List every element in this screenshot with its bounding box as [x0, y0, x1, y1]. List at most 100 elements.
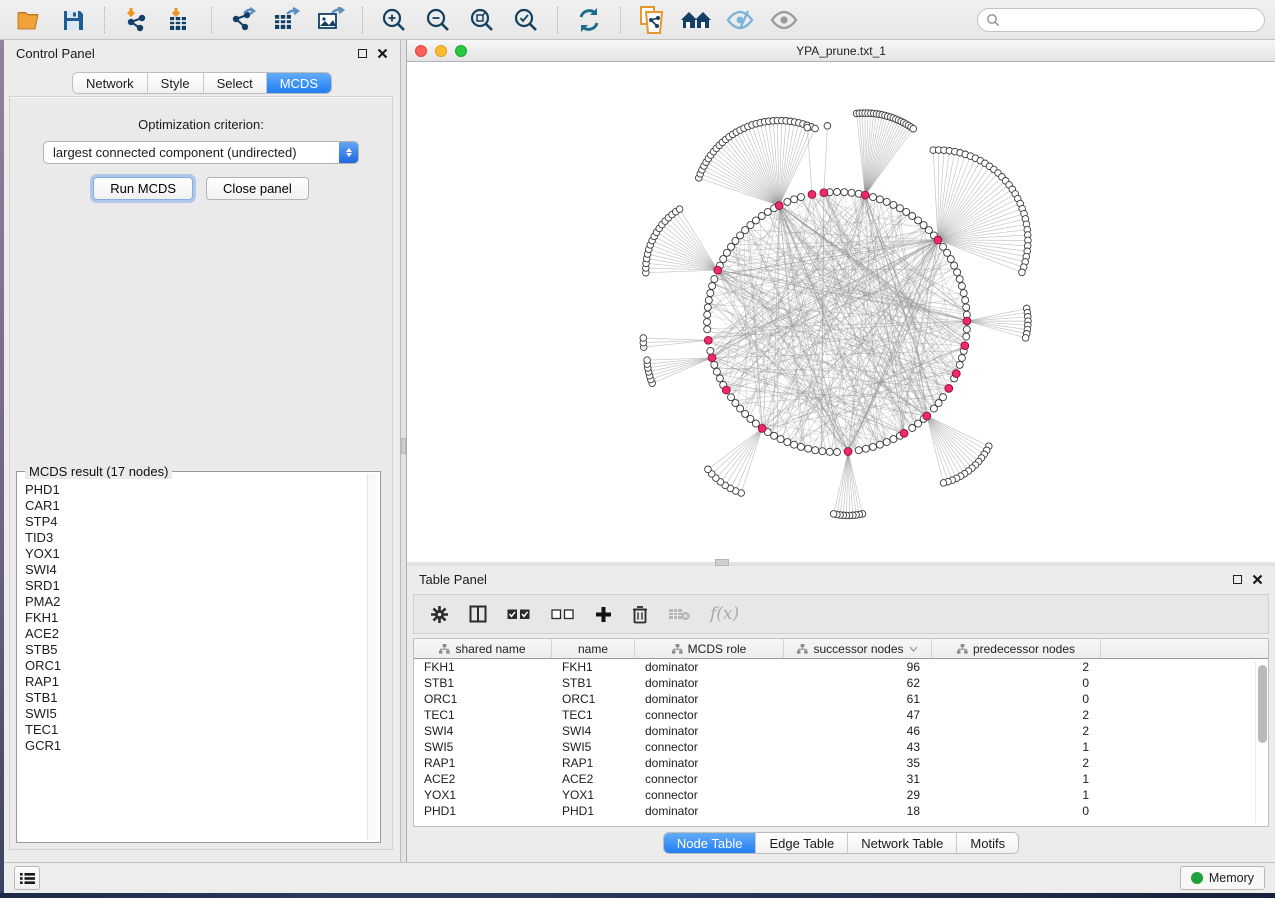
network-node[interactable]	[951, 262, 958, 269]
show-all-icon[interactable]	[765, 4, 803, 36]
network-node[interactable]	[896, 205, 903, 212]
network-node[interactable]	[830, 511, 837, 518]
zoom-fit-icon[interactable]	[463, 4, 501, 36]
table-cell[interactable]: 31	[784, 771, 932, 787]
table-cell[interactable]: dominator	[635, 755, 784, 771]
table-cell[interactable]: 0	[932, 691, 1101, 707]
network-window-titlebar[interactable]: YPA_prune.txt_1	[407, 40, 1275, 62]
float-panel-icon[interactable]	[358, 49, 367, 58]
tab-node-table[interactable]: Node Table	[664, 833, 757, 853]
network-node[interactable]	[709, 283, 716, 290]
mcds-dominator-node[interactable]	[820, 189, 828, 197]
mcds-result-item[interactable]: SWI4	[18, 562, 366, 578]
table-row[interactable]: FKH1FKH1dominator962	[414, 659, 1254, 675]
table-cell[interactable]: 96	[784, 659, 932, 675]
network-node[interactable]	[855, 447, 862, 454]
close-panel-button[interactable]: Close panel	[206, 177, 309, 200]
mcds-result-item[interactable]: SRD1	[18, 578, 366, 594]
column-header-predecessor-nodes[interactable]: predecessor nodes	[932, 639, 1101, 658]
mcds-dominator-node[interactable]	[961, 342, 969, 350]
mcds-result-item[interactable]: SWI5	[18, 706, 366, 722]
scrollbar-thumb[interactable]	[1258, 665, 1267, 743]
table-cell[interactable]: 1	[932, 771, 1101, 787]
table-cell[interactable]: 1	[932, 739, 1101, 755]
search-input[interactable]	[1000, 13, 1256, 27]
mcds-result-item[interactable]: TEC1	[18, 722, 366, 738]
table-cell[interactable]: PHD1	[552, 803, 635, 819]
optimization-criterion-select[interactable]: largest connected component (undirected)	[43, 141, 359, 164]
table-cell[interactable]: dominator	[635, 803, 784, 819]
table-cell[interactable]: 43	[784, 739, 932, 755]
export-image-icon[interactable]	[312, 4, 350, 36]
network-node[interactable]	[805, 445, 812, 452]
table-cell[interactable]: connector	[635, 707, 784, 723]
network-node[interactable]	[812, 125, 819, 132]
network-node[interactable]	[764, 208, 771, 215]
table-cell[interactable]: connector	[635, 771, 784, 787]
column-header-shared-name[interactable]: shared name	[414, 639, 552, 658]
search-field[interactable]	[977, 8, 1265, 32]
table-cell[interactable]: 1	[932, 787, 1101, 803]
network-node[interactable]	[804, 124, 811, 131]
table-cell[interactable]: 18	[784, 803, 932, 819]
network-node[interactable]	[909, 213, 916, 220]
network-node[interactable]	[944, 249, 951, 256]
mcds-dominator-node[interactable]	[775, 202, 783, 210]
network-node[interactable]	[676, 206, 683, 213]
close-panel-icon[interactable]	[377, 48, 388, 59]
settings-gear-icon[interactable]	[430, 605, 449, 624]
close-panel-icon[interactable]	[1252, 574, 1263, 585]
column-header-name[interactable]: name	[552, 639, 635, 658]
mcds-result-item[interactable]: TID3	[18, 530, 366, 546]
create-column-icon[interactable]	[595, 606, 612, 623]
network-node[interactable]	[812, 447, 819, 454]
show-task-history-button[interactable]	[14, 866, 40, 890]
network-node[interactable]	[728, 243, 735, 250]
table-cell[interactable]: dominator	[635, 691, 784, 707]
table-cell[interactable]: 35	[784, 755, 932, 771]
run-mcds-button[interactable]: Run MCDS	[93, 177, 193, 200]
table-cell[interactable]: 29	[784, 787, 932, 803]
table-cell[interactable]: 2	[932, 755, 1101, 771]
show-columns-icon[interactable]	[469, 605, 487, 623]
first-neighbors-icon[interactable]	[677, 4, 715, 36]
network-node[interactable]	[834, 449, 841, 456]
network-node[interactable]	[728, 394, 735, 401]
hide-selected-icon[interactable]	[721, 4, 759, 36]
network-node[interactable]	[870, 443, 877, 450]
mcds-result-item[interactable]: ACE2	[18, 626, 366, 642]
table-cell[interactable]: dominator	[635, 723, 784, 739]
table-cell[interactable]: connector	[635, 787, 784, 803]
network-node[interactable]	[954, 269, 961, 276]
table-cell[interactable]: SWI5	[414, 739, 552, 755]
table-cell[interactable]: TEC1	[414, 707, 552, 723]
mcds-result-item[interactable]: STB1	[18, 690, 366, 706]
select-all-rows-icon[interactable]	[507, 608, 531, 620]
table-row[interactable]: PHD1PHD1dominator180	[414, 803, 1254, 819]
table-cell[interactable]: dominator	[635, 675, 784, 691]
network-node[interactable]	[791, 441, 798, 448]
network-node[interactable]	[798, 443, 805, 450]
network-node[interactable]	[834, 189, 841, 196]
network-node[interactable]	[777, 436, 784, 443]
table-scrollbar[interactable]	[1255, 661, 1267, 823]
table-cell[interactable]: 47	[784, 707, 932, 723]
float-panel-icon[interactable]	[1233, 575, 1242, 584]
network-node[interactable]	[956, 276, 963, 283]
column-header-MCDS-role[interactable]: MCDS role	[635, 639, 784, 658]
mcds-result-item[interactable]: FKH1	[18, 610, 366, 626]
table-cell[interactable]: PHD1	[414, 803, 552, 819]
network-node[interactable]	[707, 347, 714, 354]
mcds-dominator-node[interactable]	[952, 370, 960, 378]
mcds-result-item[interactable]: PMA2	[18, 594, 366, 610]
table-cell[interactable]: ORC1	[552, 691, 635, 707]
deselect-all-rows-icon[interactable]	[551, 608, 575, 620]
network-node[interactable]	[784, 439, 791, 446]
table-cell[interactable]: ORC1	[414, 691, 552, 707]
table-row[interactable]: SWI5SWI5connector431	[414, 739, 1254, 755]
table-cell[interactable]: STB1	[552, 675, 635, 691]
network-node[interactable]	[862, 445, 869, 452]
table-cell[interactable]: FKH1	[552, 659, 635, 675]
network-node[interactable]	[890, 201, 897, 208]
mcds-dominator-node[interactable]	[861, 191, 869, 199]
